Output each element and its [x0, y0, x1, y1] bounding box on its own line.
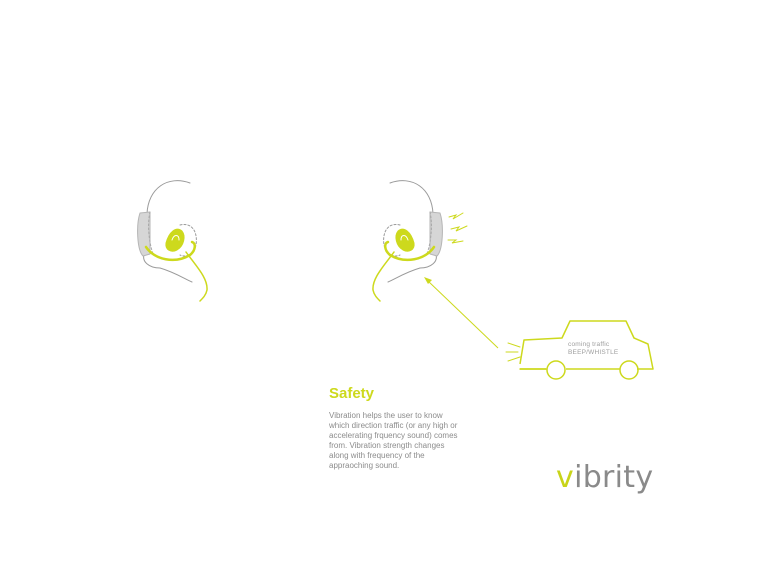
sound-lines-icon [505, 342, 521, 362]
section-description: Vibration helps the user to know which d… [329, 411, 458, 470]
direction-arrow-icon [424, 277, 499, 349]
logo-rest: ibrity [574, 460, 654, 495]
vibrity-logo: vibrity [556, 460, 653, 495]
right-ear-icon [372, 180, 443, 302]
car-label: coming traffic BEEP/WHISTLE [568, 341, 618, 357]
logo-accent-letter: v [556, 460, 575, 495]
section-title: Safety [329, 385, 375, 402]
car-label-line1: coming traffic [568, 341, 610, 348]
car-label-line2: BEEP/WHISTLE [568, 349, 619, 356]
vibration-icon [447, 212, 468, 244]
left-ear-icon [137, 180, 208, 302]
